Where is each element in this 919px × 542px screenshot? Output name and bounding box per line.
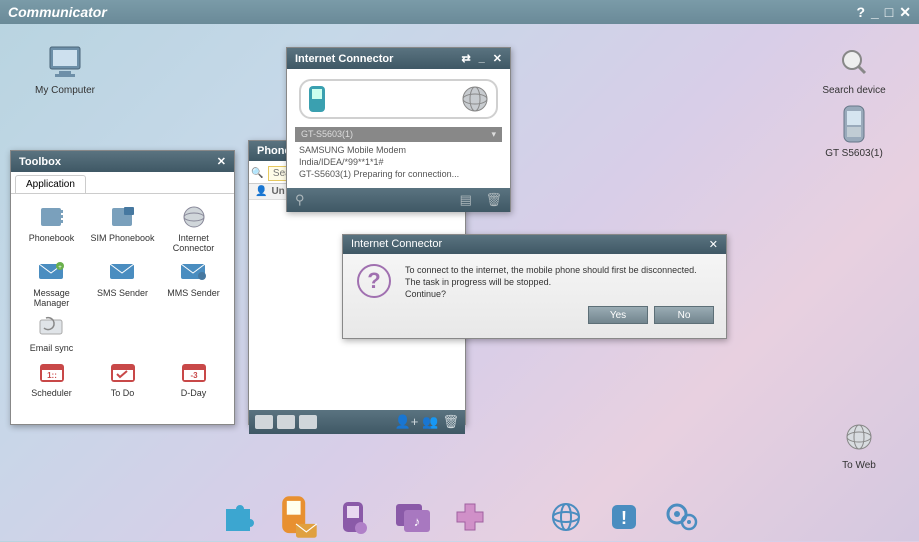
add-contact-icon[interactable]: 👤+	[395, 414, 419, 430]
phonebook-header-label: Un	[271, 186, 284, 197]
tool-sim-phonebook[interactable]: SIM Phonebook	[88, 204, 157, 253]
tool-todo[interactable]: To Do	[88, 359, 157, 398]
toolbox-window: Toolbox ✕ Application Phonebook SIM Phon…	[10, 150, 235, 425]
phone-icon	[307, 84, 329, 114]
dialog-title: Internet Connector	[351, 238, 442, 251]
no-button[interactable]: No	[654, 306, 714, 324]
my-computer-label: My Computer	[35, 85, 95, 96]
inet-close-icon[interactable]: ✕	[493, 52, 502, 65]
toolbox-header[interactable]: Toolbox ✕	[11, 151, 234, 172]
dock-web-icon[interactable]	[546, 497, 586, 537]
my-computer-icon[interactable]: My Computer	[30, 42, 100, 96]
dock-settings-icon[interactable]	[662, 497, 702, 537]
phonebook-tab-1[interactable]	[255, 415, 273, 429]
inet-header[interactable]: Internet Connector ⇄ _ ✕	[287, 48, 510, 69]
inet-min-icon[interactable]: _	[479, 52, 485, 65]
dock-plus-icon[interactable]	[450, 497, 490, 537]
close-icon[interactable]: ✕	[899, 4, 911, 21]
dialog-close-icon[interactable]: ✕	[709, 238, 718, 251]
tool-sms-sender[interactable]: SMS Sender	[88, 259, 157, 308]
minimize-icon[interactable]: _	[871, 4, 879, 21]
phonebook-tab-2[interactable]	[277, 415, 295, 429]
inet-action1-icon[interactable]: ▤	[460, 192, 472, 207]
toolbox-tab-application[interactable]: Application	[15, 175, 86, 193]
svg-text:-3: -3	[190, 371, 198, 380]
inet-device-bar[interactable]: GT-S5603(1)▾	[295, 127, 502, 142]
dock-phone-message-icon[interactable]	[273, 494, 319, 540]
search-icon: 🔍	[251, 168, 263, 179]
dock-alert-icon[interactable]: !	[604, 497, 644, 537]
tool-email-sync[interactable]: Email sync	[17, 314, 86, 353]
globe-icon	[460, 84, 490, 114]
tool-message-manager[interactable]: +Message Manager	[17, 259, 86, 308]
to-web-icon[interactable]: To Web	[824, 417, 894, 471]
inet-trash-icon[interactable]: 🗑	[485, 192, 502, 207]
group-icon[interactable]: 👥	[422, 414, 438, 430]
dock-puzzle-icon[interactable]	[218, 497, 258, 537]
tool-mms-sender[interactable]: MMS Sender	[159, 259, 228, 308]
tool-internet-connector[interactable]: Internet Connector	[159, 204, 228, 253]
tool-scheduler[interactable]: 1::Scheduler	[17, 359, 86, 398]
inet-status-lines: SAMSUNG Mobile Modem India/IDEA/*99**1*1…	[293, 142, 504, 182]
dock-device-icon[interactable]	[334, 497, 374, 537]
phone-device-label: GT S5603(1)	[825, 148, 883, 159]
inet-swap-icon[interactable]: ⇄	[461, 52, 470, 65]
delete-icon[interactable]: 🗑	[442, 414, 459, 430]
tool-phonebook[interactable]: Phonebook	[17, 204, 86, 253]
phonebook-tab-3[interactable]	[299, 415, 317, 429]
connection-display	[299, 79, 498, 119]
tool-dday[interactable]: -3D-Day	[159, 359, 228, 398]
person-icon: 👤	[255, 186, 267, 197]
inet-title: Internet Connector	[295, 53, 393, 65]
dock: ♪ !	[218, 497, 702, 537]
chevron-down-icon: ▾	[491, 129, 496, 140]
dialog-message: To connect to the internet, the mobile p…	[405, 264, 697, 300]
search-device-label: Search device	[822, 85, 885, 96]
toolbox-title: Toolbox	[19, 156, 61, 168]
search-device-icon[interactable]: Search device	[819, 42, 889, 96]
svg-text:♪: ♪	[413, 514, 420, 529]
svg-text:+: +	[58, 265, 62, 271]
antenna-icon[interactable]: ⚲	[295, 192, 305, 208]
confirm-dialog: Internet Connector ✕ ? To connect to the…	[342, 234, 727, 339]
maximize-icon[interactable]: □	[885, 4, 893, 21]
app-title: Communicator	[8, 4, 107, 20]
app-titlebar: Communicator ? _ □ ✕	[0, 0, 919, 24]
svg-text:1::: 1::	[47, 371, 57, 380]
yes-button[interactable]: Yes	[588, 306, 648, 324]
toolbox-close-icon[interactable]: ✕	[217, 155, 226, 168]
to-web-label: To Web	[842, 460, 876, 471]
help-icon[interactable]: ?	[856, 4, 865, 21]
question-icon: ?	[357, 264, 391, 298]
phone-device-icon[interactable]: GT S5603(1)	[819, 105, 889, 159]
internet-connector-window: Internet Connector ⇄ _ ✕ GT-S5603(1)▾ SA…	[286, 47, 511, 212]
dock-media-icon[interactable]: ♪	[392, 497, 432, 537]
svg-text:!: !	[621, 508, 627, 528]
